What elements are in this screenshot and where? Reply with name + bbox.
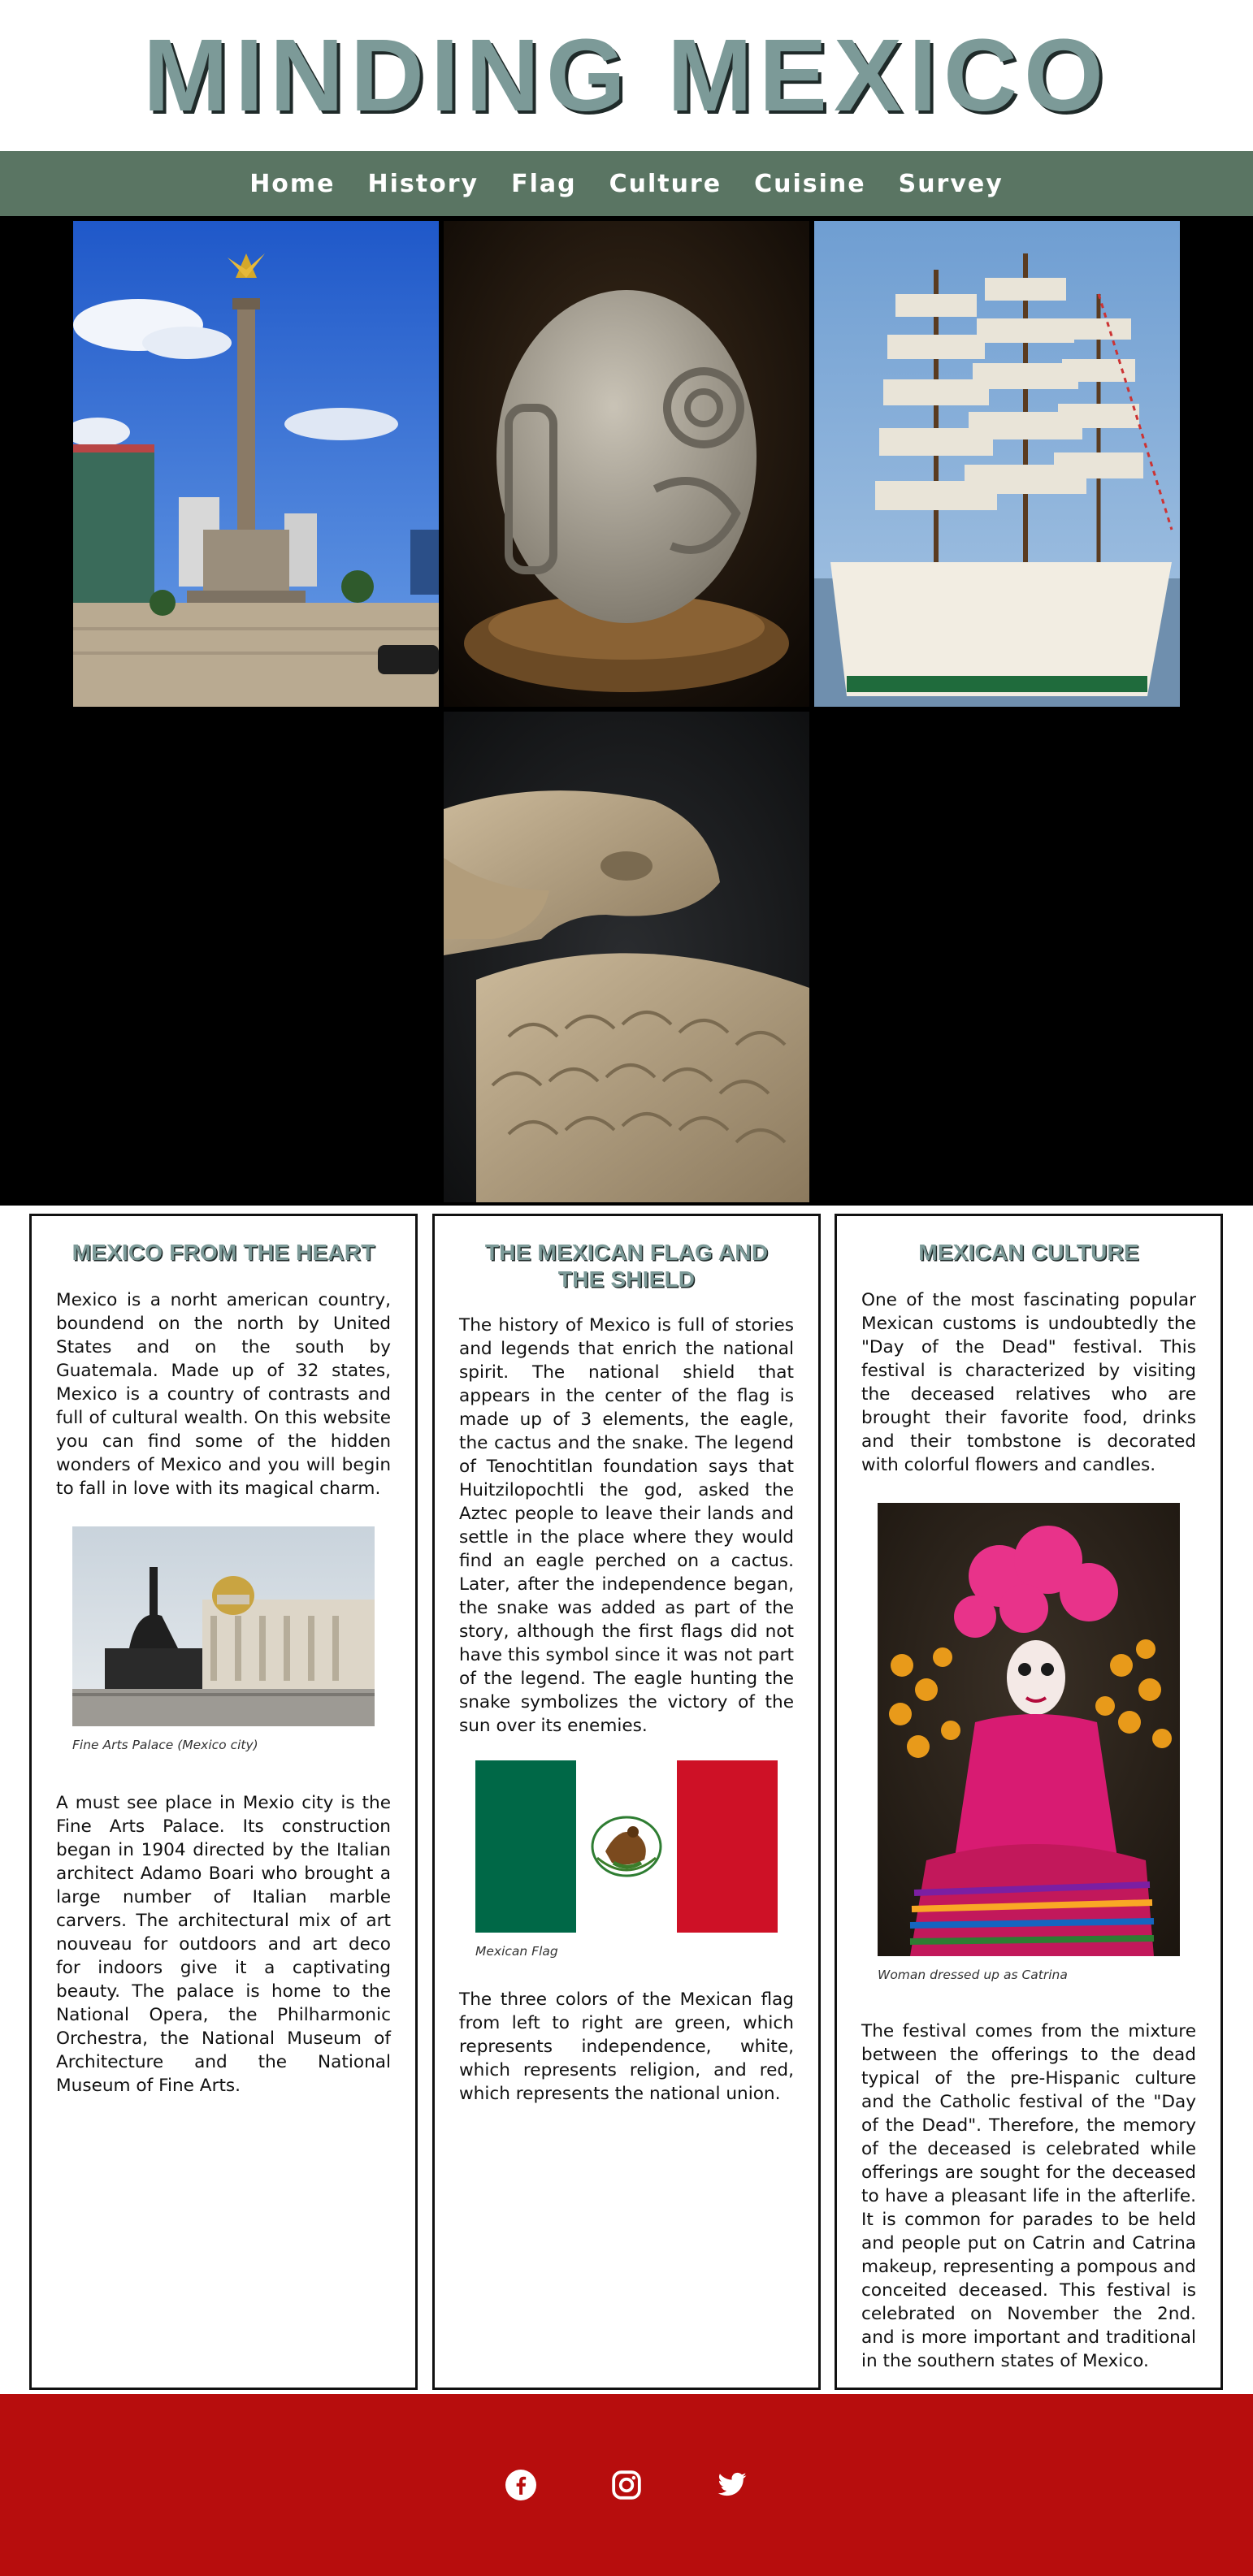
site-footer (0, 2394, 1253, 2576)
intro-paragraph: One of the most fascinating popular Mexi… (861, 1290, 1196, 1476)
column-title: THE MEXICAN FLAG AND THE SHIELD (484, 1240, 769, 1292)
facebook-icon[interactable] (505, 2470, 536, 2500)
fine-arts-palace-figure: Fine Arts Palace (Mexico city) (72, 1526, 375, 1752)
nav-link-culture[interactable]: Culture (609, 170, 722, 198)
main-nav: Home History Flag Culture Cuisine Survey (0, 151, 1253, 216)
angel-of-independence-photo (73, 221, 439, 707)
intro-paragraph: Mexico is a norht american country, boun… (56, 1290, 391, 1500)
olmec-stone-head-photo (444, 221, 809, 707)
column-title: MEXICO FROM THE HEART (72, 1240, 375, 1265)
tall-ship-photo (814, 221, 1180, 707)
figure-caption: Woman dressed up as Catrina (878, 1968, 1068, 1983)
site-title: MINDING MEXICO (142, 18, 1110, 132)
twitter-icon[interactable] (717, 2470, 748, 2500)
nav-link-flag[interactable]: Flag (511, 170, 577, 198)
instagram-icon[interactable] (611, 2470, 642, 2500)
body-paragraph: A must see place in Mexio city is the Fi… (56, 1793, 391, 2097)
nav-link-home[interactable]: Home (249, 170, 335, 198)
column-mexico-from-the-heart: MEXICO FROM THE HEART Mexico is a norht … (29, 1214, 418, 2390)
figure-caption: Mexican Flag (475, 1944, 558, 1959)
figure-caption: Fine Arts Palace (Mexico city) (72, 1738, 258, 1753)
nav-link-cuisine[interactable]: Cuisine (754, 170, 866, 198)
nav-link-history[interactable]: History (368, 170, 479, 198)
content-columns: MEXICO FROM THE HEART Mexico is a norht … (0, 1206, 1253, 2394)
column-title: MEXICAN CULTURE (918, 1240, 1139, 1265)
catrina-figure: Woman dressed up as Catrina (878, 1503, 1180, 1982)
mexican-flag-image (475, 1760, 778, 1933)
body-paragraph: The three colors of the Mexican flag fro… (459, 1989, 794, 2105)
column-mexican-culture: MEXICAN CULTURE One of the most fascinat… (835, 1214, 1223, 2390)
fine-arts-palace-photo (72, 1526, 375, 1727)
body-paragraph: The festival comes from the mixture betw… (861, 2021, 1196, 2372)
mexican-flag-figure: Mexican Flag (475, 1760, 778, 1959)
stone-eagle-photo (444, 712, 809, 1202)
site-header: MINDING MEXICO (0, 0, 1253, 151)
intro-paragraph: The history of Mexico is full of stories… (459, 1315, 794, 1737)
photo-gallery (0, 216, 1253, 1206)
column-flag-and-shield: THE MEXICAN FLAG AND THE SHIELD The hist… (432, 1214, 821, 2390)
nav-link-survey[interactable]: Survey (899, 170, 1004, 198)
catrina-photo (878, 1503, 1180, 1957)
